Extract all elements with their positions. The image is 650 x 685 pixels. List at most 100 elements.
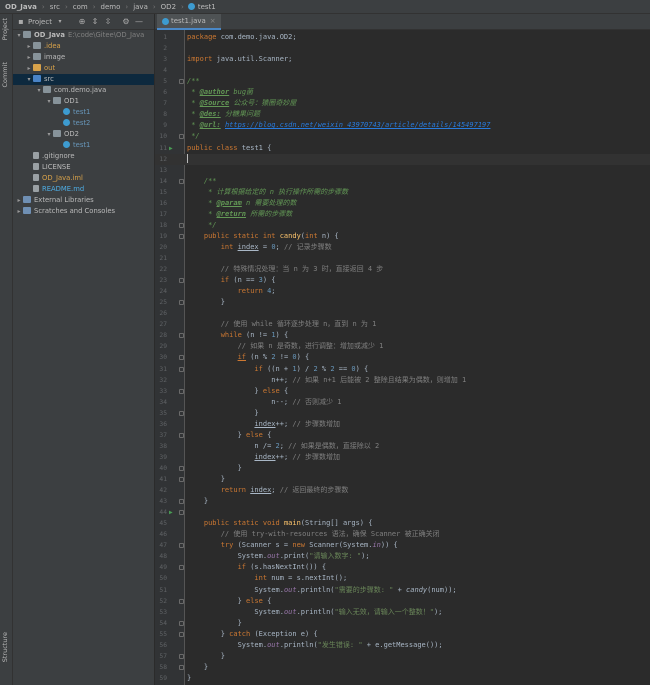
tree-item[interactable]: .gitignore xyxy=(13,151,154,162)
fold-marker-icon[interactable] xyxy=(179,510,184,516)
gear-icon[interactable]: ⚙ xyxy=(121,17,131,26)
project-panel: ▪ Project ▾ ⊕ ⇕ ⇳ ⚙ — ▾ OD_Java E:\code\Gi… xyxy=(13,14,155,685)
code-token: ; xyxy=(271,287,276,296)
collapse-all-icon[interactable]: ⇳ xyxy=(103,17,113,26)
library-icon xyxy=(23,196,31,203)
code-token: index xyxy=(250,486,272,495)
line-number: 6 xyxy=(163,89,167,97)
chevron-down-icon[interactable]: ▾ xyxy=(55,18,65,25)
tree-item[interactable]: ▾ com.demo.java xyxy=(13,85,154,96)
code-token: "发生错误: " xyxy=(317,640,363,649)
fold-marker-icon[interactable] xyxy=(179,477,184,482)
line-number: 20 xyxy=(159,243,167,251)
chevron-down-icon[interactable]: ▾ xyxy=(45,96,53,107)
code-token: + e.getMessage()); xyxy=(362,640,443,649)
breadcrumb-item[interactable]: java xyxy=(132,3,149,11)
line-number: 49 xyxy=(159,564,167,572)
fold-marker-icon[interactable] xyxy=(179,598,184,604)
breadcrumb-item[interactable]: test1 xyxy=(197,3,217,11)
fold-marker-icon[interactable] xyxy=(179,388,184,394)
chevron-right-icon[interactable]: ▸ xyxy=(15,195,23,206)
fold-marker-icon[interactable] xyxy=(179,432,184,438)
tree-item[interactable]: test1 xyxy=(13,140,154,151)
fold-marker-icon[interactable] xyxy=(179,653,184,659)
editor-tab-test1[interactable]: test1.java × xyxy=(157,14,221,30)
fold-marker-icon[interactable] xyxy=(179,565,184,571)
chevron-down-icon[interactable]: ▾ xyxy=(15,30,23,41)
chevron-right-icon[interactable]: ▸ xyxy=(15,206,23,217)
breadcrumb-item[interactable]: demo xyxy=(100,3,122,11)
locate-icon[interactable]: ⊕ xyxy=(77,17,87,26)
code-line: 17 * @return 所需的步骤数 xyxy=(155,209,650,220)
library-icon xyxy=(23,207,31,214)
run-icon[interactable]: ▶ xyxy=(169,143,173,154)
structure-tool-tab[interactable]: Structure xyxy=(1,632,9,662)
code-line: 20 int index = 0; // 记录步骤数 xyxy=(155,242,650,253)
fold-marker-icon[interactable] xyxy=(179,620,184,626)
tree-item[interactable]: ▾ OD1 xyxy=(13,96,154,107)
line-number: 37 xyxy=(159,431,167,439)
tree-item[interactable]: ▸ image xyxy=(13,52,154,63)
fold-marker-icon[interactable] xyxy=(179,178,184,184)
chevron-down-icon[interactable]: ▾ xyxy=(25,74,33,85)
fold-marker-icon[interactable] xyxy=(179,543,184,549)
code-token: 公众号：猿圈奇妙屋 xyxy=(229,99,297,108)
tree-item[interactable]: ▾ OD2 xyxy=(13,129,154,140)
chevron-down-icon[interactable]: ▾ xyxy=(35,85,43,96)
commit-tool-tab[interactable]: Commit xyxy=(1,62,9,88)
expand-all-icon[interactable]: ⇕ xyxy=(90,17,100,26)
tree-item[interactable]: OD_Java.iml xyxy=(13,173,154,184)
code-line: 13 xyxy=(155,165,650,176)
tree-item[interactable]: ▸ Scratches and Consoles xyxy=(13,206,154,217)
fold-marker-icon[interactable] xyxy=(179,410,184,416)
close-icon[interactable]: × xyxy=(210,17,216,25)
code-token: // 否则减少 1 xyxy=(288,397,342,406)
code-line: 33 } else { xyxy=(155,386,650,397)
breadcrumb-item[interactable]: OD2 xyxy=(160,3,177,11)
fold-marker-icon[interactable] xyxy=(179,355,184,361)
project-tool-tab[interactable]: Project xyxy=(1,18,9,40)
code-token: index xyxy=(237,242,259,251)
code-token: * 计算根据给定的 n 执行操作所需的步骤数 xyxy=(187,187,349,196)
line-number: 13 xyxy=(159,166,167,174)
fold-marker-icon[interactable] xyxy=(179,465,184,471)
chevron-right-icon[interactable]: ▸ xyxy=(25,52,33,63)
tree-item[interactable]: test2 xyxy=(13,118,154,129)
hide-icon[interactable]: — xyxy=(134,17,144,26)
fold-marker-icon[interactable] xyxy=(179,499,184,505)
breadcrumb-item[interactable]: OD_Java xyxy=(4,3,38,11)
code-text: * @des: 分糖果问题 xyxy=(187,109,260,120)
tree-item[interactable]: ▸ External Libraries xyxy=(13,195,154,206)
code-token: ((n + xyxy=(267,364,293,373)
tree-item[interactable]: ▸ .idea xyxy=(13,41,154,52)
chevron-right-icon[interactable]: ▸ xyxy=(25,41,33,52)
fold-marker-icon[interactable] xyxy=(179,134,184,140)
fold-marker-icon[interactable] xyxy=(179,333,184,339)
tree-item[interactable]: test1 xyxy=(13,107,154,118)
breadcrumb-item[interactable]: com xyxy=(72,3,89,11)
fold-marker-icon[interactable] xyxy=(179,233,184,239)
fold-marker-icon[interactable] xyxy=(179,300,184,306)
code-line: 39 index++; // 步骤数增加 xyxy=(155,452,650,463)
code-token: else xyxy=(246,596,268,605)
fold-marker-icon[interactable] xyxy=(179,631,184,637)
chevron-down-icon[interactable]: ▾ xyxy=(45,129,53,140)
project-view-selector[interactable]: Project xyxy=(28,18,52,26)
tree-item[interactable]: README.md xyxy=(13,184,154,195)
fold-marker-icon[interactable] xyxy=(179,366,184,372)
fold-marker-icon[interactable] xyxy=(179,278,184,284)
code-text: } xyxy=(187,662,208,673)
code-token: } xyxy=(187,673,192,682)
code-area[interactable]: 1 package com.demo.java.OD2; 2 3 import java… xyxy=(155,30,650,685)
tree-item[interactable]: ▾ src xyxy=(13,74,154,85)
fold-marker-icon[interactable] xyxy=(179,664,184,670)
tree-item[interactable]: ▾ OD_Java E:\code\Gitee\OD_Java xyxy=(13,30,154,41)
run-icon[interactable]: ▶ xyxy=(169,507,173,518)
fold-marker-icon[interactable] xyxy=(179,79,184,85)
fold-marker-icon[interactable] xyxy=(179,222,184,228)
tree-item[interactable]: ▸ out xyxy=(13,63,154,74)
chevron-right-icon[interactable]: ▸ xyxy=(25,63,33,74)
tree-item[interactable]: LICENSE xyxy=(13,162,154,173)
line-number: 25 xyxy=(159,299,167,307)
breadcrumb-item[interactable]: src xyxy=(49,3,61,11)
